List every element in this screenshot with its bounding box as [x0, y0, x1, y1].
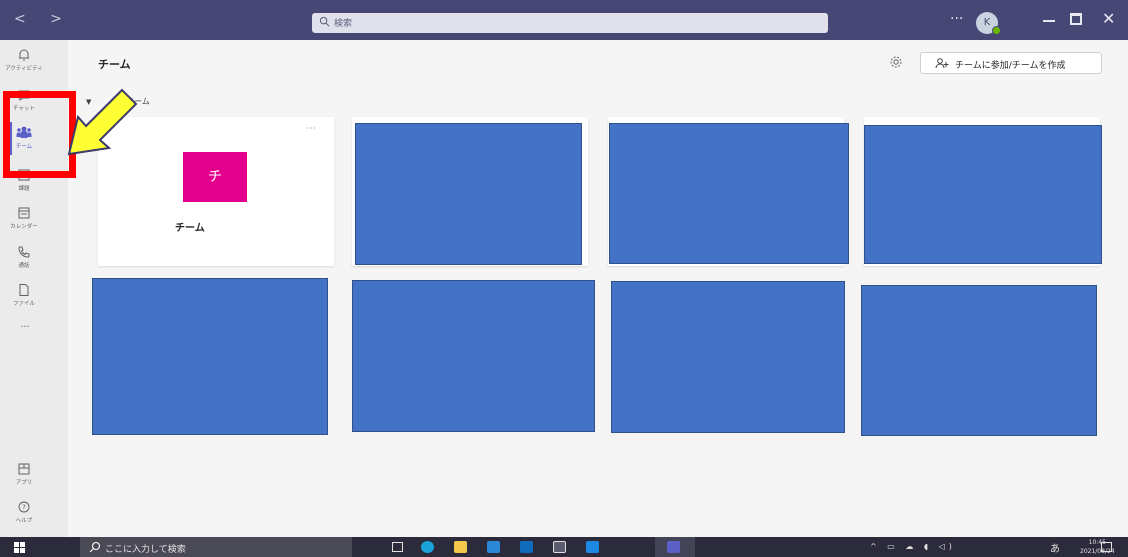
maximize-button[interactable] — [1070, 13, 1082, 25]
redaction-box — [92, 278, 328, 435]
minimize-button[interactable] — [1043, 20, 1055, 22]
camera-icon[interactable] — [553, 541, 566, 553]
rail-item-calendar[interactable]: カレンダー — [0, 206, 48, 250]
team-avatar: チ — [183, 152, 247, 202]
taskbar-search-input[interactable]: ここに入力して検索 — [80, 537, 352, 557]
rail-label: ヘルプ — [15, 518, 33, 524]
redaction-box — [861, 285, 1097, 436]
redaction-box — [611, 281, 845, 433]
windows-start-icon[interactable] — [14, 542, 25, 553]
notification-center-icon[interactable] — [1101, 542, 1112, 552]
file-icon — [19, 284, 29, 296]
teams-taskbar-icon[interactable] — [667, 541, 680, 553]
file-explorer-icon[interactable] — [454, 541, 467, 553]
ime-indicator[interactable]: あ — [1050, 540, 1060, 555]
rail-label: ファイル — [12, 301, 35, 307]
team-more-options-button[interactable]: ··· — [306, 124, 317, 133]
join-button-label: チームに参加/チームを作成 — [955, 61, 1066, 71]
taskbar-search-placeholder: ここに入力して検索 — [105, 545, 186, 555]
windows-taskbar: ここに入力して検索 ^ ▭ ☁ ◖ ◁) あ 10:45 2021/08/24 — [0, 537, 1128, 557]
system-tray[interactable]: ^ ▭ ☁ ◖ ◁) — [870, 542, 956, 551]
gear-icon[interactable] — [888, 54, 904, 70]
phone-icon — [18, 246, 30, 258]
task-view-icon[interactable] — [392, 542, 403, 552]
page-title: チーム — [98, 58, 131, 71]
close-button[interactable]: ✕ — [1102, 9, 1115, 28]
app-icon[interactable] — [586, 541, 599, 553]
more-options-button[interactable]: ··· — [950, 11, 963, 27]
join-or-create-team-button[interactable]: チームに参加/チームを作成 — [920, 52, 1102, 74]
apps-icon — [18, 463, 30, 475]
edge-browser-icon[interactable] — [421, 541, 434, 553]
redaction-box — [864, 125, 1102, 264]
svg-text:?: ? — [22, 504, 26, 512]
redaction-box — [352, 280, 595, 432]
more-apps-button[interactable]: ··· — [12, 322, 38, 333]
title-bar: < > 検索 ··· K ✕ — [0, 0, 1128, 40]
calendar-icon — [18, 207, 30, 219]
search-input[interactable]: 検索 — [312, 13, 828, 33]
rail-label: アクティビティ — [5, 66, 43, 72]
presence-status-icon — [992, 26, 1001, 35]
rail-label: 課題 — [18, 186, 30, 192]
app-icon[interactable] — [520, 541, 533, 553]
search-placeholder: 検索 — [334, 19, 353, 29]
rail-item-activity[interactable]: アクティビティ — [0, 48, 48, 92]
nav-back-forward[interactable]: < > — [14, 11, 72, 27]
people-add-icon — [935, 58, 949, 69]
rail-item-files[interactable]: ファイル — [0, 283, 48, 327]
help-icon: ? — [18, 501, 30, 513]
bell-icon — [19, 49, 29, 61]
rail-label: アプリ — [15, 480, 33, 486]
rail-label: 通話 — [18, 263, 30, 269]
redaction-box — [609, 123, 849, 264]
search-icon — [319, 16, 330, 27]
pointer-arrow-icon — [67, 88, 138, 156]
store-icon[interactable] — [487, 541, 500, 553]
redaction-box — [355, 123, 582, 265]
rail-label: カレンダー — [10, 224, 38, 230]
search-icon — [89, 541, 101, 553]
team-name: チーム — [175, 223, 205, 234]
